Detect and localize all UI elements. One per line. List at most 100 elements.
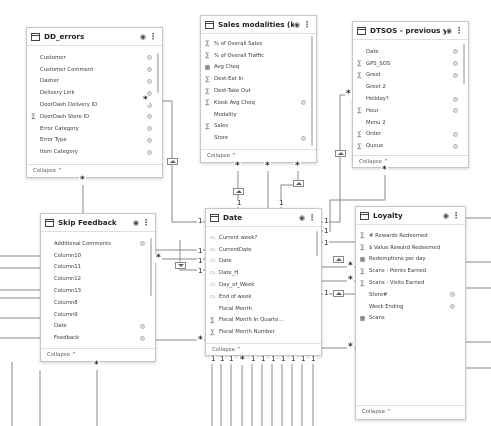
field-row[interactable]: ▦ Avg Cheq [203, 62, 306, 74]
field-name: % of Overall Sales [214, 40, 263, 47]
table-header[interactable]: Skip Feedback ◉ ⋮ [41, 214, 155, 232]
table-card-sales-modalities[interactable]: Sales modalities (kiosk) ◉⋮ ∑ % of Overal… [200, 15, 317, 163]
field-name: Customer [40, 54, 66, 61]
more-options-icon[interactable]: ⋮ [451, 211, 461, 220]
field-row[interactable]: Feedback ◎ [43, 332, 145, 344]
field-row[interactable]: ▦ Redemptions per day [358, 254, 455, 266]
field-row[interactable]: ▭ End of week [208, 291, 311, 303]
field-row[interactable]: Customer ◎ [29, 52, 152, 64]
field-row[interactable]: ▭ Date [208, 256, 311, 268]
scrollbar[interactable] [150, 238, 152, 296]
field-name: Greet 2 [366, 84, 386, 91]
field-row[interactable]: Additional Comments ◎ [43, 238, 145, 250]
eye-icon[interactable]: ◉ [294, 21, 300, 29]
table-header[interactable]: DTSOS - previous years ◉⋮ [353, 22, 468, 40]
field-name: Store [214, 135, 228, 142]
sigma-icon: ∑ [31, 113, 36, 121]
field-row[interactable]: Column12 [43, 273, 145, 285]
more-options-icon[interactable]: ⋮ [454, 26, 464, 35]
calendar-icon: ▭ [210, 246, 215, 253]
field-row[interactable]: ∑ % of Overall Traffic [203, 50, 306, 62]
field-row[interactable]: Error Category ◎ [29, 123, 152, 135]
field-row[interactable]: ▭ Date_H [208, 267, 311, 279]
field-row[interactable]: ∑ Scans - Points Earned [358, 265, 455, 277]
field-row[interactable]: Item Category ◎ [29, 146, 152, 158]
field-row[interactable]: Column10 [43, 250, 145, 262]
table-card-skip-feedback[interactable]: Skip Feedback ◉ ⋮ Additional Comments ◎ Col… [40, 213, 156, 362]
field-row[interactable]: Column11 [43, 262, 145, 274]
field-row[interactable]: ∑ Order ◎ [355, 129, 458, 141]
field-row[interactable]: ∑ Dest-Eat In [203, 73, 306, 85]
cross-filter-arrow-icon [333, 290, 344, 297]
field-row[interactable]: ▭ Day_of_Week [208, 279, 311, 291]
field-row[interactable]: ∑ # Rewards Redeemed [358, 230, 455, 242]
collapse-button[interactable]: Collapse ^ [207, 153, 236, 159]
field-row[interactable]: Store ◎ [203, 132, 306, 144]
field-row[interactable]: Column8 [43, 297, 145, 309]
field-row[interactable]: Menu 2 [355, 117, 458, 129]
eye-icon[interactable]: ◉ [446, 27, 452, 35]
eye-icon[interactable]: ◉ [133, 219, 139, 227]
field-row[interactable]: Delivery Link ◎ [29, 87, 152, 99]
table-card-loyalty[interactable]: Loyalty ◉ ⋮ ∑ # Rewards Redeemed ∑ $ Value R… [355, 206, 466, 420]
hidden-eye-icon: ◎ [146, 136, 152, 144]
field-row[interactable]: ∑ GPS_SOS ◎ [355, 58, 458, 70]
hidden-eye-icon: ◎ [139, 334, 145, 342]
field-row[interactable]: Column13 [43, 285, 145, 297]
table-header[interactable]: DD_errors ◉ ⋮ [27, 28, 162, 46]
field-row[interactable]: ∑ Dest-Take Out [203, 85, 306, 97]
field-row[interactable]: ▭ CurrentDate [208, 244, 311, 256]
one-marker: 1 [310, 355, 317, 363]
more-options-icon[interactable]: ⋮ [148, 32, 158, 41]
field-row[interactable]: Dasher ◎ [29, 76, 152, 88]
field-name: Holiday? [366, 96, 389, 103]
more-options-icon[interactable]: ⋮ [307, 213, 317, 222]
field-row[interactable]: Holiday? ◎ [355, 93, 458, 105]
field-row[interactable]: ∑ Queue ◎ [355, 140, 458, 152]
collapse-button[interactable]: Collapse ^ [47, 352, 76, 358]
field-row[interactable]: DoorDash Delivery ID ◎ [29, 99, 152, 111]
field-row[interactable]: Date ◎ [43, 321, 145, 333]
field-row[interactable]: ∑ Scans - Visits Earned [358, 277, 455, 289]
collapse-button[interactable]: Collapse ^ [33, 168, 62, 174]
collapse-button[interactable]: Collapse ^ [362, 409, 391, 415]
field-row[interactable]: ∑ Greet ◎ [355, 70, 458, 82]
field-row[interactable]: ∑ % of Overall Sales [203, 38, 306, 50]
field-row[interactable]: Fiscal Month [208, 303, 311, 315]
field-name: Additional Comments [54, 240, 111, 247]
field-row[interactable]: Modality [203, 109, 306, 121]
table-header[interactable]: Sales modalities (kiosk) ◉⋮ [201, 16, 316, 34]
field-name: Week Ending [369, 303, 404, 310]
field-row[interactable]: Store# ◎ [358, 289, 455, 301]
scrollbar[interactable] [463, 44, 465, 84]
eye-icon[interactable]: ◉ [299, 214, 305, 222]
table-header[interactable]: Date ◉ ⋮ [206, 209, 321, 227]
field-row[interactable]: Customer Comment ◎ [29, 64, 152, 76]
scrollbar[interactable] [311, 36, 313, 146]
more-options-icon[interactable]: ⋮ [141, 218, 151, 227]
eye-icon[interactable]: ◉ [140, 33, 146, 41]
field-row[interactable]: ∑ Fiscal Month Number [208, 326, 311, 338]
many-marker: * [264, 161, 271, 171]
field-row[interactable]: Date ◎ [355, 46, 458, 58]
table-header[interactable]: Loyalty ◉ ⋮ [356, 207, 465, 225]
field-row[interactable]: ∑ DoorDash Store ID ◎ [29, 111, 152, 123]
field-row[interactable]: ∑ Fiscal Month In Quarte... [208, 315, 311, 327]
field-row[interactable]: ▦ Scans [358, 313, 455, 325]
field-row[interactable]: ∑ Sales [203, 121, 306, 133]
field-row[interactable]: Error Type ◎ [29, 135, 152, 147]
eye-icon[interactable]: ◉ [443, 212, 449, 220]
scrollbar[interactable] [157, 53, 159, 93]
field-row[interactable]: ▭ Current week? [208, 232, 311, 244]
field-row[interactable]: ∑ Kiosk Avg Cheq ◎ [203, 97, 306, 109]
field-row[interactable]: Week Ending ◎ [358, 301, 455, 313]
scrollbar[interactable] [316, 231, 318, 256]
table-card-date[interactable]: Date ◉ ⋮ ▭ Current week? ▭ CurrentDate ▭ Date ▭… [205, 208, 322, 356]
field-row[interactable]: ∑ $ Value Reward Redeemed [358, 242, 455, 254]
table-card-dtsos[interactable]: DTSOS - previous years ◉⋮ Date ◎ ∑ GPS_SOS ◎… [352, 21, 469, 168]
field-row[interactable]: Column9 [43, 309, 145, 321]
more-options-icon[interactable]: ⋮ [302, 20, 312, 29]
field-row[interactable]: ∑ Hour ◎ [355, 105, 458, 117]
field-row[interactable]: Greet 2 [355, 81, 458, 93]
collapse-button[interactable]: Collapse ^ [212, 347, 241, 353]
